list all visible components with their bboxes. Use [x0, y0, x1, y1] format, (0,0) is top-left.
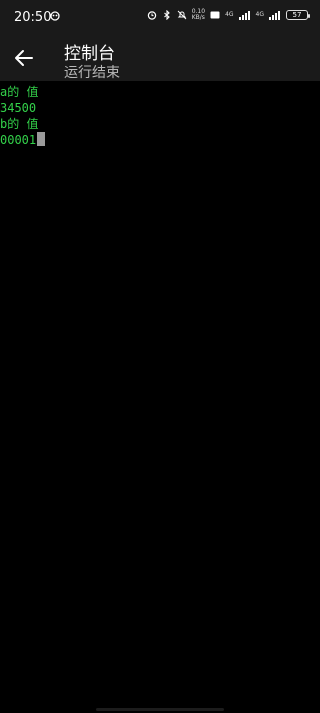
status-icons: 0.10 KB/s 4G 4G 57	[147, 8, 310, 21]
app-notification-icon	[50, 11, 60, 21]
network-speed: 0.10 KB/s	[191, 8, 206, 21]
console-output[interactable]: a的 值 34500 b的 值 00001	[0, 84, 320, 713]
battery-level: 57	[292, 11, 302, 19]
hd-icon	[210, 11, 220, 19]
bluetooth-icon	[163, 10, 170, 20]
signal-icon-2	[269, 11, 280, 20]
mute-icon	[177, 10, 187, 20]
text-cursor	[37, 132, 46, 146]
sim2-label: 4G	[255, 11, 264, 18]
sim1-label: 4G	[225, 11, 234, 18]
app-bar: 控制台 运行结束	[0, 34, 320, 81]
console-line: 00001	[0, 133, 37, 147]
home-indicator	[96, 708, 224, 711]
status-time: 20:50	[14, 10, 52, 25]
alarm-icon	[147, 11, 156, 20]
console-line: a的 值	[0, 85, 39, 99]
console-input-line[interactable]: 00001	[0, 132, 320, 148]
console-line: b的 值	[0, 117, 39, 131]
signal-icon	[238, 11, 250, 20]
page-title: 控制台	[64, 44, 115, 64]
back-arrow-icon[interactable]	[12, 46, 36, 70]
page-subtitle: 运行结束	[64, 65, 120, 81]
status-bar: 20:50 0.10 KB/s 4G 4G 57	[0, 0, 320, 34]
battery-icon: 57	[286, 10, 310, 20]
console-line: 34500	[0, 101, 37, 115]
